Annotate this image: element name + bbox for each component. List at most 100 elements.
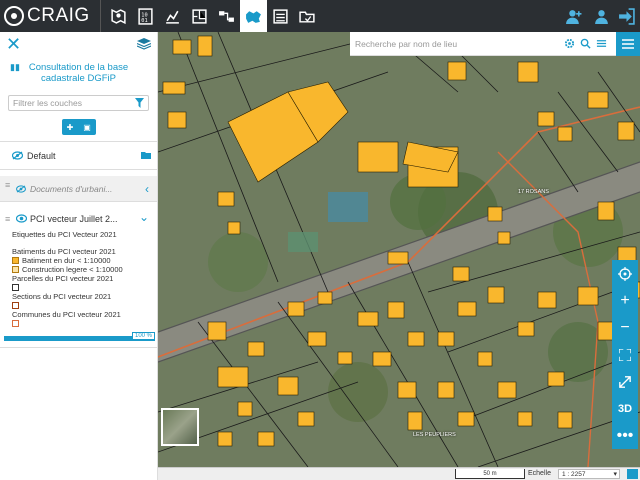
workflow-tool[interactable] bbox=[213, 0, 240, 32]
regions-icon bbox=[246, 10, 261, 23]
legend-header: Etiquettes du PCI Vecteur 2021 bbox=[12, 230, 117, 239]
zoom-out-button[interactable]: − bbox=[612, 314, 638, 341]
toolbar-divider bbox=[100, 0, 101, 32]
list-icon bbox=[273, 8, 288, 24]
status-bar: 50 m Echelle 1 : 2257 bbox=[158, 467, 640, 480]
logo-icon bbox=[4, 6, 24, 26]
legend-swatch-row bbox=[12, 283, 157, 292]
layer-group-default[interactable]: Default bbox=[0, 142, 157, 170]
layers-panel: ✕ ▮▮ Consultation de la base cadastrale … bbox=[0, 32, 158, 480]
panel-header: ✕ bbox=[0, 32, 157, 56]
add-layer-button[interactable]: ✚ bbox=[62, 119, 79, 135]
users-button[interactable] bbox=[587, 0, 615, 32]
chevron-down-icon[interactable]: ⌄ bbox=[139, 210, 149, 224]
folder-open-icon bbox=[299, 11, 315, 23]
legend-sections: Sections du PCI vecteur 2021 bbox=[12, 292, 112, 301]
regions-tool[interactable] bbox=[240, 0, 267, 32]
layer-header[interactable]: ≡ PCI vecteur Juillet 2... ⌄ bbox=[0, 210, 157, 228]
drag-handle-icon[interactable]: ≡ bbox=[5, 181, 10, 190]
layer-actions: ✚ ▣ bbox=[61, 119, 96, 135]
parcel-swatch bbox=[12, 284, 19, 291]
info-icon: ▮▮ bbox=[10, 62, 20, 72]
eye-slash-icon[interactable] bbox=[16, 185, 26, 193]
chart-tool[interactable] bbox=[159, 0, 186, 32]
search-input[interactable]: Recherche par nom de lieu bbox=[355, 39, 457, 49]
panel-title: ▮▮ Consultation de la base cadastrale DG… bbox=[0, 56, 157, 84]
zoom-in-icon: + bbox=[620, 291, 630, 309]
legend-swatch-row bbox=[12, 319, 157, 328]
layer-documents-urbanisme[interactable]: ≡ Documents d'urbani... ‹ bbox=[0, 176, 157, 202]
blueprint-icon bbox=[192, 8, 207, 24]
section-swatch bbox=[12, 302, 19, 309]
opacity-progress-bar[interactable]: 100 % bbox=[4, 332, 155, 341]
layer-group-label: Default bbox=[27, 151, 56, 161]
aerial-map[interactable] bbox=[158, 32, 640, 467]
legend-communes: Communes du PCI vecteur 2021 bbox=[12, 310, 121, 319]
expand-icon bbox=[619, 348, 631, 361]
search-icon[interactable] bbox=[580, 38, 591, 49]
filter-placeholder: Filtrer les couches bbox=[13, 98, 82, 108]
light-building-swatch bbox=[12, 266, 19, 273]
users-icon bbox=[594, 9, 608, 24]
add-user-icon bbox=[565, 9, 581, 24]
eye-icon[interactable] bbox=[16, 214, 27, 223]
gear-icon[interactable] bbox=[564, 38, 575, 49]
add-user-button[interactable] bbox=[559, 0, 587, 32]
brand-name: CRAIG bbox=[27, 5, 90, 26]
more-button[interactable]: ••• bbox=[612, 422, 638, 449]
blueprint-tool[interactable] bbox=[186, 0, 213, 32]
panel-title-text: Consultation de la base cadastrale DGFiP bbox=[28, 62, 129, 84]
sign-in-icon bbox=[618, 7, 635, 25]
search-bar: Recherche par nom de lieu bbox=[350, 32, 640, 56]
3d-button[interactable]: 3D bbox=[612, 395, 638, 422]
drag-handle-icon[interactable]: ≡ bbox=[5, 215, 10, 224]
status-icon[interactable] bbox=[627, 469, 638, 479]
menu-button[interactable] bbox=[616, 32, 640, 56]
binary-tool[interactable]: 10 01 bbox=[132, 0, 159, 32]
building-swatch bbox=[12, 257, 19, 264]
layer-pci-vecteur: ≡ PCI vecteur Juillet 2... ⌄ Etiquettes … bbox=[0, 210, 157, 348]
fullscreen-button[interactable] bbox=[612, 368, 638, 395]
extent-button[interactable] bbox=[612, 341, 638, 368]
layer-label: PCI vecteur Juillet 2... bbox=[30, 214, 118, 224]
top-toolbar: CRAIG 10 01 bbox=[0, 0, 640, 32]
list-tool[interactable] bbox=[267, 0, 294, 32]
commune-swatch bbox=[12, 320, 19, 327]
sign-in-button[interactable] bbox=[612, 0, 640, 32]
map-label: LES PEUPLIERS bbox=[413, 432, 456, 438]
layers-icon[interactable] bbox=[137, 38, 151, 50]
map-label: 17 ROSANS bbox=[518, 189, 549, 195]
progress-label: 100 % bbox=[131, 332, 155, 340]
layer-filter-input[interactable]: Filtrer les couches bbox=[8, 95, 149, 111]
fullscreen-icon bbox=[619, 375, 631, 388]
scale-label: Echelle bbox=[528, 470, 551, 477]
locate-icon bbox=[618, 266, 632, 281]
svg-text:01: 01 bbox=[141, 17, 147, 23]
folder-open-icon[interactable] bbox=[141, 151, 151, 159]
map-view[interactable]: 17 ROSANS LES PEUPLIERS Recherche par no… bbox=[158, 32, 640, 467]
hamburger-icon bbox=[622, 39, 634, 49]
legend-item: Batiment en dur < 1:10000 bbox=[12, 256, 157, 265]
workflow-icon bbox=[219, 10, 234, 22]
filter-icon[interactable] bbox=[135, 98, 144, 108]
brand-logo[interactable]: CRAIG bbox=[4, 4, 90, 28]
map-pin-icon bbox=[111, 8, 126, 24]
basemap-switcher[interactable] bbox=[161, 408, 199, 446]
binary-icon: 1001 bbox=[138, 7, 153, 25]
chevron-left-icon[interactable]: ‹ bbox=[145, 182, 149, 196]
map-pin-tool[interactable] bbox=[105, 0, 132, 32]
more-icon: ••• bbox=[616, 426, 634, 444]
legend-batiments-title: Batiments du PCI vecteur 2021 bbox=[12, 247, 116, 256]
legend-parcelles: Parcelles du PCI vecteur 2021 bbox=[12, 274, 114, 283]
zoom-in-button[interactable]: + bbox=[612, 287, 638, 314]
chart-icon bbox=[166, 10, 179, 24]
close-icon[interactable]: ✕ bbox=[6, 35, 21, 53]
folder-tool[interactable] bbox=[294, 0, 321, 32]
legend-swatch-row bbox=[12, 301, 157, 310]
list-icon[interactable] bbox=[596, 38, 607, 49]
eye-slash-icon[interactable] bbox=[12, 151, 23, 160]
add-folder-button[interactable]: ▣ bbox=[79, 119, 96, 135]
locate-button[interactable] bbox=[612, 260, 638, 287]
scale-select[interactable]: 1 : 2257 bbox=[558, 469, 620, 479]
legend-item: Construction legere < 1:10000 bbox=[12, 265, 157, 274]
